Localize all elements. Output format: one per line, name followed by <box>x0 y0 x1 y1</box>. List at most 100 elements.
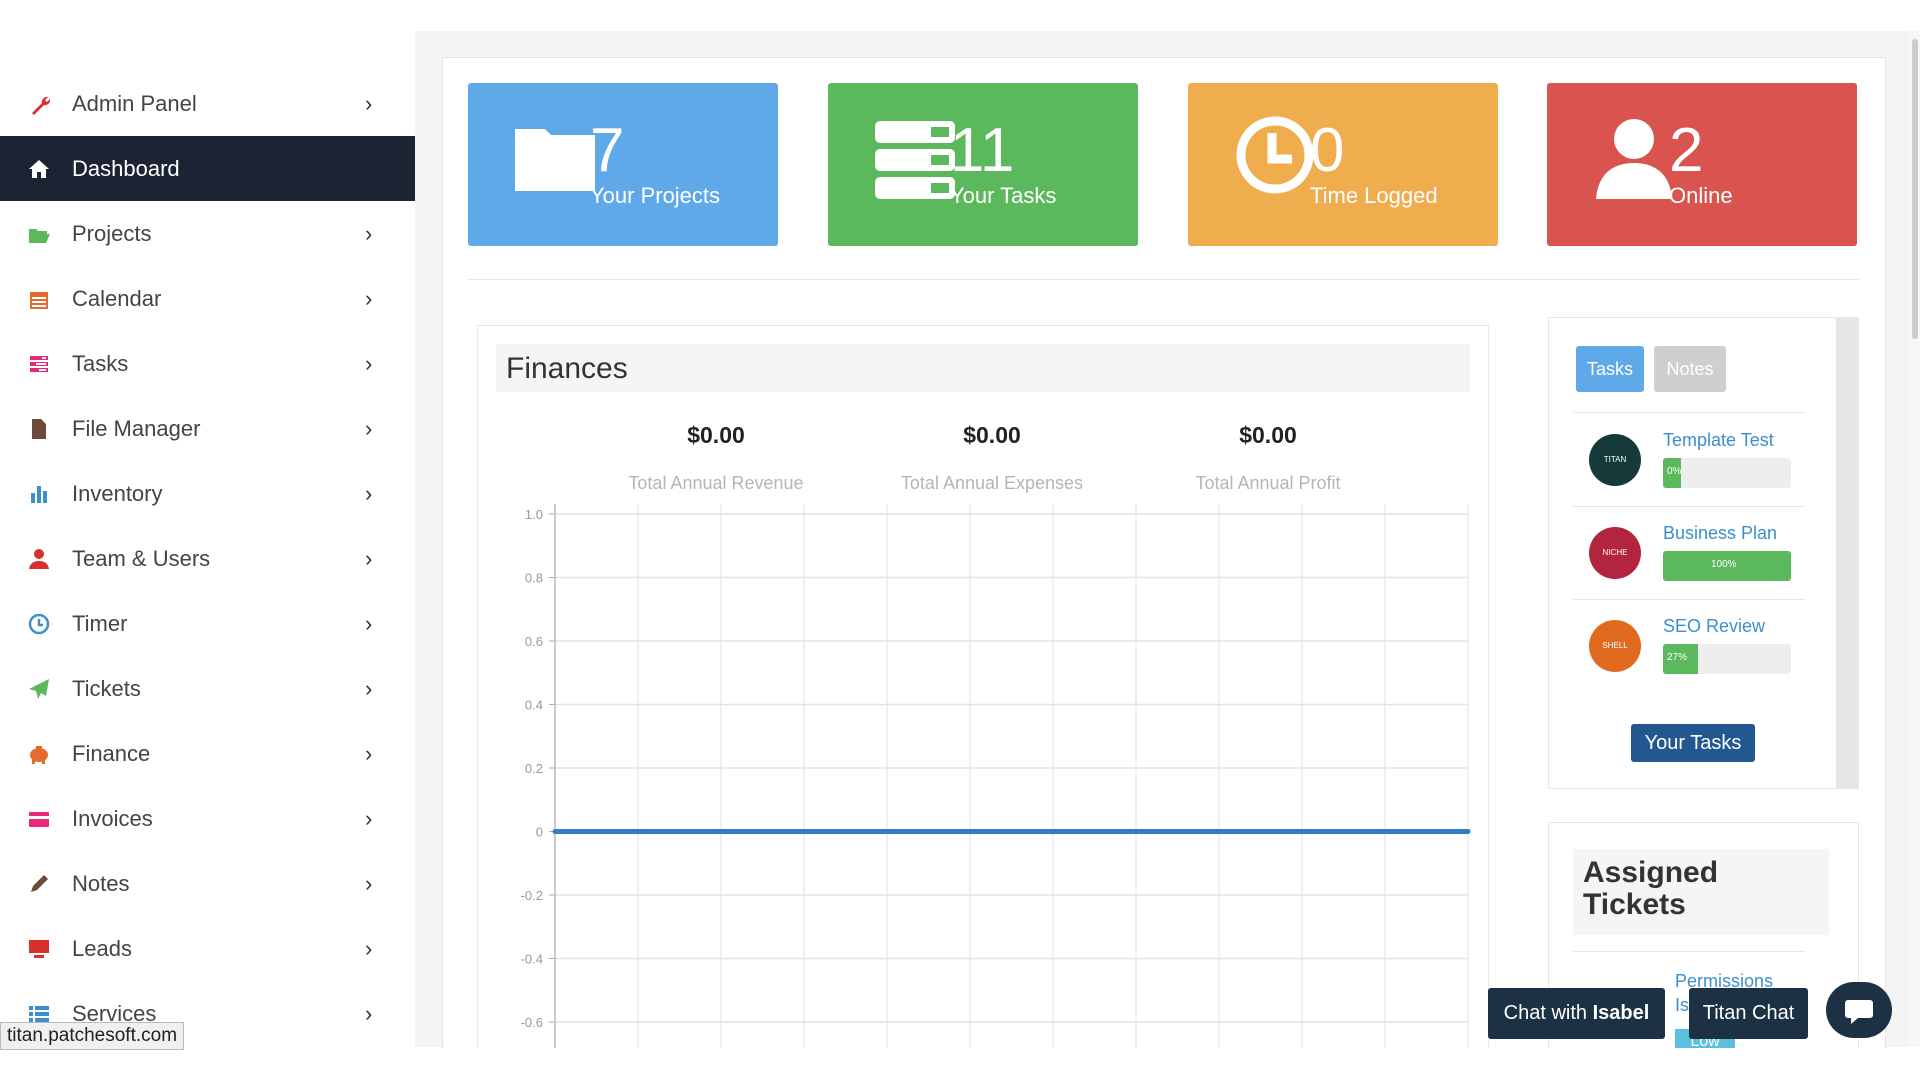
sidebar-item-notes[interactable]: Notes › <box>0 851 415 916</box>
sidebar-item-calendar[interactable]: Calendar › <box>0 266 415 331</box>
sidebar-item-label: Calendar <box>72 286 162 311</box>
tile-caption: Time Logged <box>1310 183 1438 208</box>
calendar-icon <box>28 288 50 310</box>
avatar: SHELL <box>1589 620 1641 672</box>
y-tick-label: -0.6 <box>521 1015 543 1030</box>
chevron-right-icon: › <box>365 286 373 311</box>
stat-tile-your-projects[interactable]: 7 Your Projects <box>468 83 778 246</box>
sidebar-item-inventory[interactable]: Inventory › <box>0 461 415 526</box>
chevron-right-icon: › <box>365 806 373 831</box>
clock-icon <box>28 613 50 635</box>
progress-label: 0% <box>1667 466 1682 477</box>
chevron-right-icon: › <box>365 676 373 701</box>
tasks-panel: Tasks Notes TITAN Template Test 0% NICHE Bus… <box>1548 317 1859 789</box>
sidebar-item-admin-panel[interactable]: Admin Panel › <box>0 71 415 136</box>
chevron-right-icon: › <box>365 416 373 441</box>
tasks-icon <box>28 353 50 375</box>
home-icon <box>28 158 50 180</box>
task-name-link[interactable]: SEO Review <box>1663 616 1765 637</box>
tab-tasks[interactable]: Tasks <box>1576 346 1644 392</box>
piggy-bank-icon <box>28 743 50 765</box>
your-tasks-button[interactable]: Your Tasks <box>1631 724 1755 762</box>
y-tick-label: -0.2 <box>521 888 543 903</box>
data-point <box>1465 829 1471 834</box>
task-name-link[interactable]: Template Test <box>1663 430 1774 451</box>
y-tick-label: 0.6 <box>525 634 543 649</box>
data-point <box>1133 829 1139 834</box>
tile-value: 11 <box>950 116 1015 185</box>
data-point <box>884 829 890 834</box>
sidebar-item-tickets[interactable]: Tickets › <box>0 656 415 721</box>
desktop-icon <box>28 938 50 960</box>
tab-notes[interactable]: Notes <box>1654 346 1726 392</box>
stat-tile-your-tasks[interactable]: 11 Your Tasks <box>828 83 1138 246</box>
chat-prefix: Chat with <box>1503 1002 1593 1024</box>
data-point <box>1299 829 1305 834</box>
avatar-text: NICHE <box>1602 548 1628 557</box>
tile-caption: Your Projects <box>590 183 721 208</box>
file-icon <box>28 418 50 440</box>
tickets-header: Assigned Tickets <box>1573 849 1829 935</box>
y-tick-label: 0.8 <box>525 571 543 586</box>
data-point <box>801 829 807 834</box>
task-item: NICHE Business Plan 100% <box>1573 507 1805 599</box>
divider <box>1573 951 1805 952</box>
tile-value: 7 <box>590 116 625 185</box>
finances-chart: 1.0 0.8 0.6 0.4 0.2 0 -0.2 -0.4 -0.6 <box>521 504 1471 1056</box>
sidebar-item-label: Tasks <box>72 351 129 376</box>
sidebar-item-leads[interactable]: Leads › <box>0 916 415 981</box>
data-point <box>718 829 724 834</box>
top-strip <box>0 0 1920 31</box>
stat-tile-online[interactable]: 2 Online <box>1547 83 1857 246</box>
sidebar-item-label: Team & Users <box>72 546 211 571</box>
tile-value: 2 <box>1669 116 1704 185</box>
chat-bubble-button[interactable] <box>1826 982 1892 1038</box>
task-name-link[interactable]: Business Plan <box>1663 523 1777 544</box>
divider <box>1573 412 1805 413</box>
sidebar-item-file-manager[interactable]: File Manager › <box>0 396 415 461</box>
scrollbar-thumb[interactable] <box>1912 39 1918 339</box>
sidebar-item-label: Timer <box>72 611 128 636</box>
sidebar-item-tasks[interactable]: Tasks › <box>0 331 415 396</box>
sidebar-item-invoices[interactable]: Invoices › <box>0 786 415 851</box>
sidebar-item-label: File Manager <box>72 416 201 441</box>
avatar: NICHE <box>1589 527 1641 579</box>
sidebar-item-label: Inventory <box>72 481 163 506</box>
panel-scrollbar[interactable] <box>1836 318 1858 788</box>
chevron-right-icon: › <box>365 546 373 571</box>
chevron-right-icon: › <box>365 221 373 246</box>
divider <box>467 279 1859 280</box>
sidebar-item-dashboard[interactable]: Dashboard <box>0 136 415 201</box>
page-scrollbar[interactable] <box>1910 31 1920 1047</box>
sidebar-item-label: Leads <box>72 936 132 961</box>
progress-bar: 100% <box>1663 551 1791 581</box>
chevron-right-icon: › <box>365 936 373 961</box>
data-point <box>1050 829 1056 834</box>
sidebar-item-label: Admin Panel <box>72 91 197 116</box>
user-icon <box>1589 115 1679 205</box>
paper-plane-icon <box>28 678 50 700</box>
sidebar-item-team-users[interactable]: Team & Users › <box>0 526 415 591</box>
tile-value: 0 <box>1310 116 1345 185</box>
tickets-title: Assigned Tickets <box>1583 856 1719 921</box>
stat-tile-time-logged[interactable]: 0 Time Logged <box>1188 83 1498 246</box>
sidebar-item-timer[interactable]: Timer › <box>0 591 415 656</box>
sidebar-item-label: Invoices <box>72 806 153 831</box>
chevron-right-icon: › <box>365 741 373 766</box>
wrench-icon <box>28 93 51 115</box>
folder-open-icon <box>28 223 50 245</box>
y-tick-label: 0.4 <box>525 698 543 713</box>
titan-chat-button[interactable]: Titan Chat <box>1689 988 1808 1039</box>
avatar: TITAN <box>1589 434 1641 486</box>
sidebar-item-finance[interactable]: Finance › <box>0 721 415 786</box>
sidebar-item-label: Tickets <box>72 676 141 701</box>
chat-with-button[interactable]: Chat with Isabel <box>1488 988 1665 1039</box>
data-point <box>1216 829 1222 834</box>
credit-card-icon <box>28 808 50 830</box>
chevron-right-icon: › <box>365 871 373 896</box>
y-tick-label: 1.0 <box>525 507 543 522</box>
status-url: titan.patchesoft.com <box>0 1022 185 1050</box>
avatar-text: TITAN <box>1603 455 1627 464</box>
chevron-right-icon: › <box>365 481 373 506</box>
sidebar-item-projects[interactable]: Projects › <box>0 201 415 266</box>
